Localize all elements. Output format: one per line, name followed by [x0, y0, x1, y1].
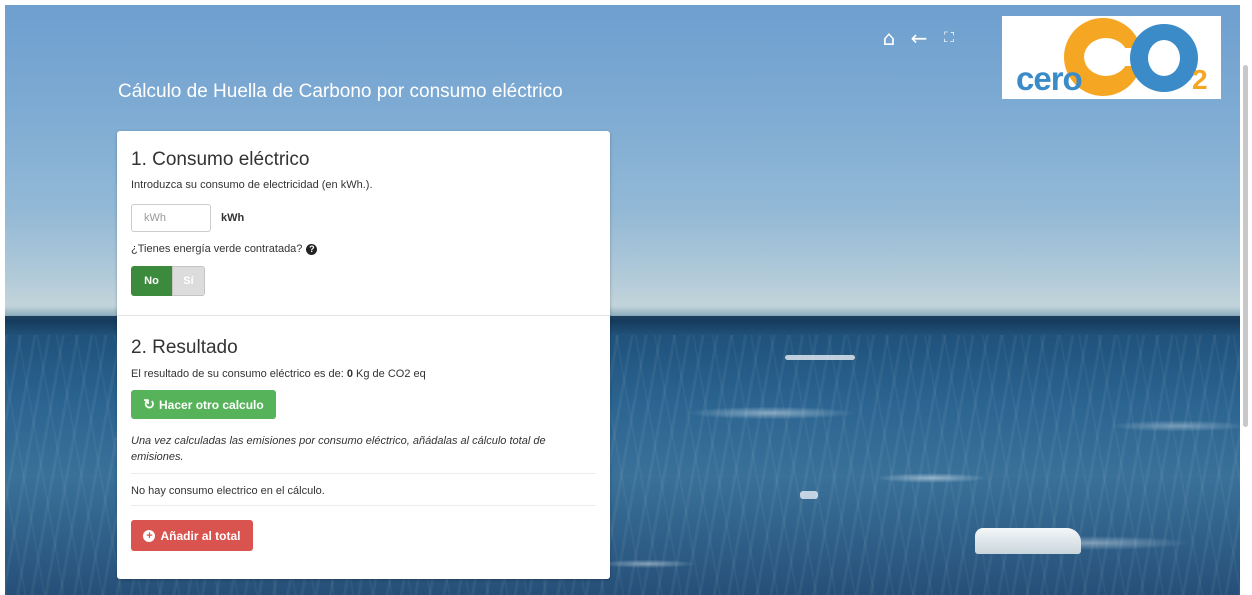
result-prefix: El resultado de su consumo eléctrico es …: [131, 368, 347, 380]
recalculate-button[interactable]: ↻ Hacer otro calculo: [131, 390, 276, 419]
logo-o-shape: [1130, 24, 1198, 92]
result-text: El resultado de su consumo eléctrico es …: [131, 368, 596, 380]
green-energy-question: ¿Tienes energía verde contratada? ?: [131, 243, 596, 255]
note-separator: [131, 473, 596, 474]
green-energy-toggle[interactable]: No Sí: [131, 266, 205, 296]
page-title: Cálculo de Huella de Carbono por consumo…: [118, 81, 563, 102]
top-toolbar: ⌂ ← ⛶: [879, 28, 959, 48]
consumo-section: 1. Consumo eléctrico Introduzca su consu…: [131, 149, 596, 296]
section-divider: [117, 315, 610, 316]
ice-floe: [785, 355, 855, 360]
scrollbar-thumb[interactable]: [1243, 65, 1248, 427]
kwh-input[interactable]: [131, 204, 211, 232]
toggle-si-option[interactable]: Sí: [172, 266, 205, 296]
kwh-unit-label: kWh: [221, 212, 245, 224]
toggle-no-option[interactable]: No: [131, 266, 172, 296]
calculator-card: 1. Consumo eléctrico Introduzca su consu…: [117, 131, 610, 579]
ice-floe: [800, 491, 818, 499]
green-energy-label: ¿Tienes energía verde contratada?: [131, 243, 303, 255]
scrollbar[interactable]: [1240, 5, 1252, 595]
logo-cero-text: cero: [1016, 60, 1083, 97]
refresh-icon: ↻: [143, 396, 156, 412]
iceberg: [975, 528, 1081, 554]
kwh-row: kWh: [131, 204, 596, 232]
no-consumption-message: No hay consumo electrico en el cálculo.: [131, 485, 325, 497]
plus-circle-icon: +: [143, 529, 156, 542]
ceroco2-logo[interactable]: cero 2: [1002, 16, 1221, 99]
consumo-heading: 1. Consumo eléctrico: [131, 149, 310, 170]
question-circle-icon[interactable]: ?: [306, 243, 318, 255]
back-arrow-icon[interactable]: ←: [909, 28, 929, 48]
add-emissions-note: Una vez calculadas las emisiones por con…: [131, 435, 546, 463]
result-suffix: Kg de CO2 eq: [352, 368, 426, 380]
add-to-total-button[interactable]: + Añadir al total: [131, 520, 253, 551]
fullscreen-icon[interactable]: ⛶: [939, 28, 959, 48]
message-separator: [131, 505, 596, 506]
consumo-help-text: Introduzca su consumo de electricidad (e…: [131, 179, 373, 191]
home-icon[interactable]: ⌂: [879, 28, 899, 48]
logo-subscript-2: 2: [1192, 64, 1208, 95]
add-to-total-label: Añadir al total: [160, 528, 241, 543]
resultado-heading: 2. Resultado: [131, 337, 238, 358]
resultado-section: 2. Resultado El resultado de su consumo …: [131, 337, 596, 551]
recalculate-label: Hacer otro calculo: [159, 397, 264, 412]
